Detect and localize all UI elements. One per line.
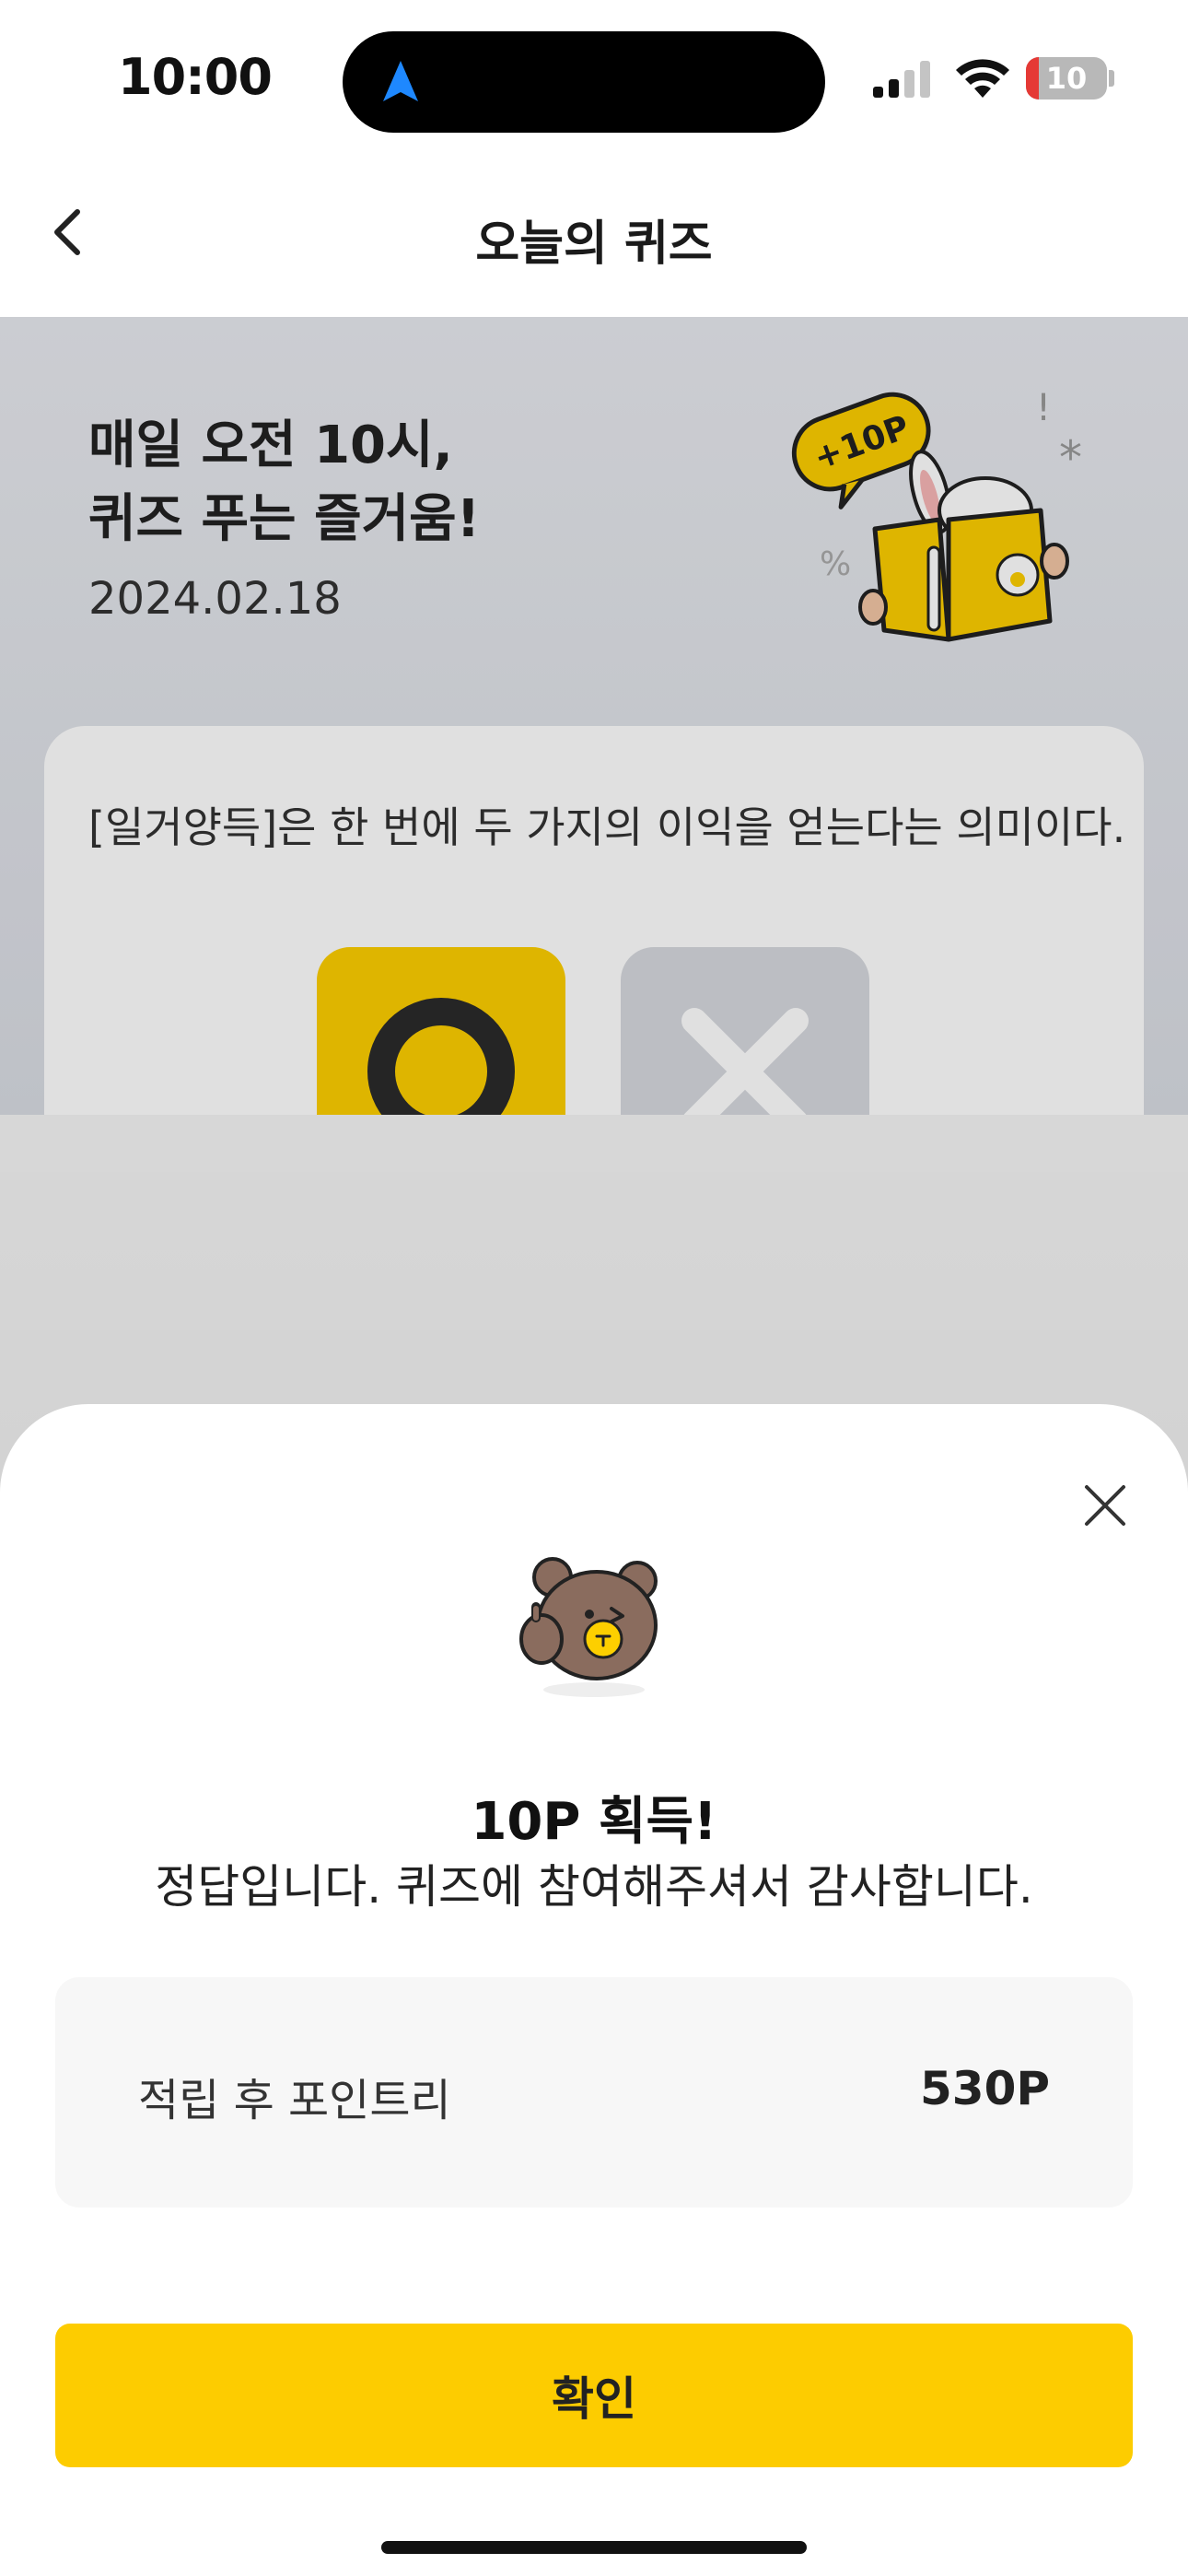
points-label: 적립 후 포인트리 bbox=[138, 2075, 451, 2126]
wifi-icon bbox=[956, 59, 1009, 98]
status-bar: 10:00 10 bbox=[0, 0, 1188, 157]
signal-icon bbox=[873, 61, 930, 98]
battery-level: 10 bbox=[1045, 61, 1088, 96]
result-bottom-sheet: 10P 획득! 정답입니다. 퀴즈에 참여해주셔서 감사합니다. 적립 후 포인… bbox=[0, 1404, 1188, 2576]
reward-message: 정답입니다. 퀴즈에 참여해주셔서 감사합니다. bbox=[155, 1860, 1033, 1914]
points-value: 530P bbox=[919, 2062, 1050, 2115]
status-time: 10:00 bbox=[118, 48, 273, 106]
page-title: 오늘의 퀴즈 bbox=[475, 217, 713, 272]
navigation-arrow-icon bbox=[383, 61, 418, 101]
points-summary: 적립 후 포인트리 530P bbox=[55, 1977, 1133, 2207]
reward-title: 10P 획득! bbox=[471, 1792, 717, 1852]
bear-thumbs-up-icon bbox=[519, 1557, 658, 1697]
app-header: 오늘의 퀴즈 bbox=[0, 157, 1188, 317]
close-icon[interactable] bbox=[1077, 1478, 1133, 1533]
battery-icon: 10 bbox=[1026, 57, 1114, 100]
dynamic-island bbox=[343, 31, 825, 133]
confirm-button[interactable]: 확인 bbox=[55, 2324, 1133, 2467]
home-indicator bbox=[381, 2541, 807, 2554]
